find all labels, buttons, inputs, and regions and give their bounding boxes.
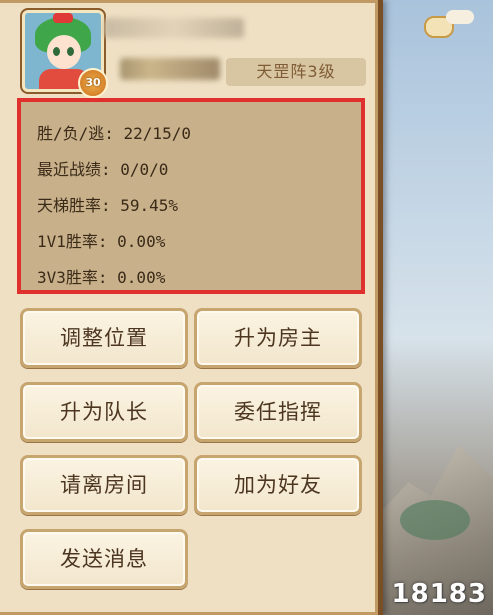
appoint-commander-button[interactable]: 委任指挥	[194, 382, 362, 442]
adjust-position-button[interactable]: 调整位置	[20, 308, 188, 368]
send-message-button[interactable]: 发送消息	[20, 529, 188, 589]
player-name-blurred	[104, 18, 244, 38]
promote-captain-button[interactable]: 升为队长	[20, 382, 188, 442]
player-rank: 天罡阵3级	[226, 58, 366, 86]
stat-1v1-win-rate: 1V1胜率: 0.00%	[37, 232, 166, 251]
stat-ladder-win-rate: 天梯胜率: 59.45%	[37, 196, 179, 215]
player-title-blurred	[120, 58, 220, 80]
stat-win-loss-flee: 胜/负/逃: 22/15/0	[37, 124, 191, 143]
player-info-panel: 30 天罡阵3级 胜/负/逃: 22/15/0 最近战绩: 0/0/0 天梯胜率…	[0, 0, 383, 615]
stats-box: 胜/负/逃: 22/15/0 最近战绩: 0/0/0 天梯胜率: 59.45% …	[17, 98, 365, 294]
stat-3v3-win-rate: 3V3胜率: 0.00%	[37, 268, 166, 287]
promote-owner-button[interactable]: 升为房主	[194, 308, 362, 368]
stat-recent-record: 最近战绩: 0/0/0	[37, 160, 169, 179]
watermark-logo: 18183	[391, 579, 487, 609]
tree-scenery	[400, 500, 470, 540]
cloud-icon	[446, 10, 474, 24]
level-badge: 30	[78, 68, 108, 98]
add-friend-button[interactable]: 加为好友	[194, 455, 362, 515]
kick-from-room-button[interactable]: 请离房间	[20, 455, 188, 515]
avatar-eye	[53, 47, 60, 56]
avatar-eye	[67, 47, 74, 56]
avatar-bow	[53, 13, 73, 23]
